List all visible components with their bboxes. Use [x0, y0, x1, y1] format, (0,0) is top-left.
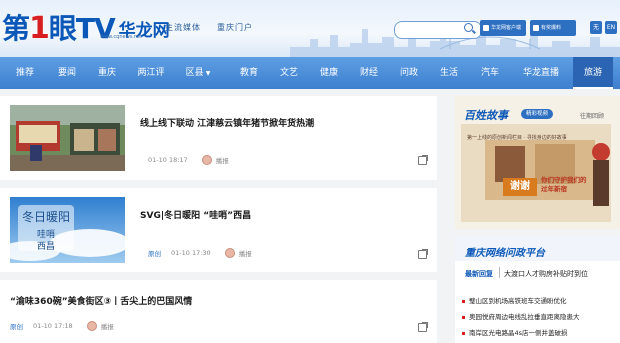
- market-stall-image: [10, 105, 125, 171]
- nav-item-label: 区县: [185, 68, 204, 78]
- author-avatar: [86, 321, 97, 331]
- nav-item-headlines[interactable]: 要闻: [48, 57, 86, 89]
- article-meta: 01-10 18:17 播报: [148, 155, 229, 165]
- share-icon[interactable]: [418, 322, 428, 332]
- english-button[interactable]: EN: [605, 21, 617, 34]
- article-meta: 原创 01-10 17:30 播报: [148, 248, 252, 258]
- winter-sun-image: 冬日暖阳 哇哨 西昌: [10, 197, 125, 263]
- article-time: 01-10 17:18: [33, 322, 73, 330]
- wenzheng-list-item[interactable]: 南岸区光电路晶4s店一侧井盖破损: [462, 327, 568, 337]
- banner-headline-a: 谢谢: [503, 178, 537, 196]
- article-thumbnail[interactable]: 冬日暖阳 哇哨 西昌: [10, 197, 125, 263]
- divider: [499, 267, 500, 278]
- article-title[interactable]: “渝味360碗”美食街区③丨舌尖上的巴国风情: [10, 294, 192, 307]
- phone-icon: [483, 24, 489, 31]
- chevron-down-icon: ▼: [205, 70, 211, 77]
- logo-mark: 第1眼TV: [2, 11, 116, 46]
- logo-url: www.cqnews.net: [100, 34, 143, 40]
- search-icon[interactable]: [464, 23, 473, 32]
- banner-caption: 第一上线的原创新闻栏目 · 寻找身边的好故事: [467, 135, 567, 141]
- author-avatar: [224, 248, 235, 258]
- article-author: 播报: [100, 323, 114, 331]
- nav-item-live[interactable]: 华龙直播: [513, 57, 569, 89]
- video-badge[interactable]: 精彩视频: [521, 109, 554, 119]
- nav-item-auto[interactable]: 汽车: [471, 57, 509, 89]
- article-card[interactable]: 冬日暖阳 哇哨 西昌 SVG|冬日暖阳 “哇哨”西昌 原创 01-10 17:3…: [0, 188, 437, 272]
- report-news-label: 有奖爆料: [541, 25, 562, 31]
- thumb-text: 西昌: [37, 241, 55, 252]
- nav-item-life[interactable]: 生活: [431, 57, 467, 89]
- nav-item-travel[interactable]: 旅游: [573, 57, 613, 89]
- report-news-button[interactable]: 有奖爆料: [530, 20, 576, 36]
- people-story-banner[interactable]: 百姓故事 精彩视频 往期回顾 第一上线的原创新闻栏目 · 寻找身边的好故事 谢谢…: [455, 96, 620, 229]
- thumb-text: 冬日暖阳: [22, 209, 70, 224]
- article-card[interactable]: 线上线下联动 江津慈云镇年猪节掀年货热潮 01-10 18:17 播报: [0, 96, 437, 180]
- nav-item-recommend[interactable]: 推荐: [6, 57, 44, 89]
- article-title[interactable]: 线上线下联动 江津慈云镇年猪节掀年货热潮: [140, 116, 314, 129]
- article-time: 01-10 18:17: [148, 156, 188, 164]
- slogan-part: 重庆门户: [217, 23, 253, 32]
- nav-item-liangjiangping[interactable]: 两江评: [129, 57, 173, 89]
- main-nav: 推荐 要闻 重庆 两江评 区县 ▼ 教育 文艺 健康 财经 问政 生活 汽车 华龙…: [0, 57, 620, 89]
- article-tag[interactable]: 原创: [148, 248, 161, 258]
- accessibility-button[interactable]: 无: [590, 21, 602, 34]
- app-download-label: 华龙网客户端: [491, 25, 522, 31]
- site-logo[interactable]: 第1眼TV 华龙网: [2, 8, 170, 46]
- nav-item-districts[interactable]: 区县 ▼: [178, 57, 218, 89]
- banner-headline-b: 你们守护我们的过年新宿: [541, 176, 587, 193]
- nav-item-chongqing[interactable]: 重庆: [89, 57, 125, 89]
- article-tag[interactable]: 原创: [10, 321, 23, 331]
- article-thumbnail[interactable]: [10, 105, 125, 171]
- latest-reply-text[interactable]: 大渡口人才购房补贴时到位: [504, 269, 588, 279]
- share-icon[interactable]: [418, 249, 428, 259]
- nav-item-education[interactable]: 教育: [231, 57, 267, 89]
- nav-item-finance[interactable]: 财经: [351, 57, 387, 89]
- slogan-part: 主流媒体: [165, 23, 201, 32]
- logo-brand-text: 华龙网: [118, 21, 170, 41]
- article-title[interactable]: SVG|冬日暖阳 “哇哨”西昌: [140, 208, 251, 221]
- archive-link[interactable]: 往期回顾: [580, 111, 604, 120]
- camera-icon: [533, 24, 539, 31]
- banner-title: 百姓故事: [464, 109, 508, 122]
- wenzheng-list-item[interactable]: 璧山区到机场高铁班车交通盼优化: [462, 295, 567, 305]
- article-author: 播报: [238, 250, 252, 258]
- author-avatar: [201, 155, 212, 165]
- nav-item-health[interactable]: 健康: [311, 57, 347, 89]
- article-author: 播报: [215, 157, 229, 165]
- thumb-text: 哇哨: [37, 228, 55, 240]
- article-meta: 原创 01-10 17:18 播报: [10, 321, 114, 331]
- nav-item-wenzheng[interactable]: 问政: [391, 57, 427, 89]
- site-slogan: 主流媒体 重庆门户: [165, 22, 269, 33]
- wenzheng-list-item[interactable]: 奥园悦府周边电线乱拉垂直距离隐患大: [462, 311, 580, 321]
- app-download-button[interactable]: 华龙网客户端: [480, 20, 526, 36]
- article-time: 01-10 17:30: [171, 249, 211, 257]
- share-icon[interactable]: [418, 155, 428, 165]
- panel-title[interactable]: 重庆网络问政平台: [465, 244, 545, 259]
- article-card[interactable]: “渝味360碗”美食街区③丨舌尖上的巴国风情 原创 01-10 17:18 播报: [0, 280, 437, 343]
- site-header: 第1眼TV 华龙网 www.cqnews.net 主流媒体 重庆门户 华龙网客户端…: [0, 0, 620, 57]
- latest-reply-label: 最新回复: [465, 270, 493, 278]
- nav-item-culture[interactable]: 文艺: [271, 57, 307, 89]
